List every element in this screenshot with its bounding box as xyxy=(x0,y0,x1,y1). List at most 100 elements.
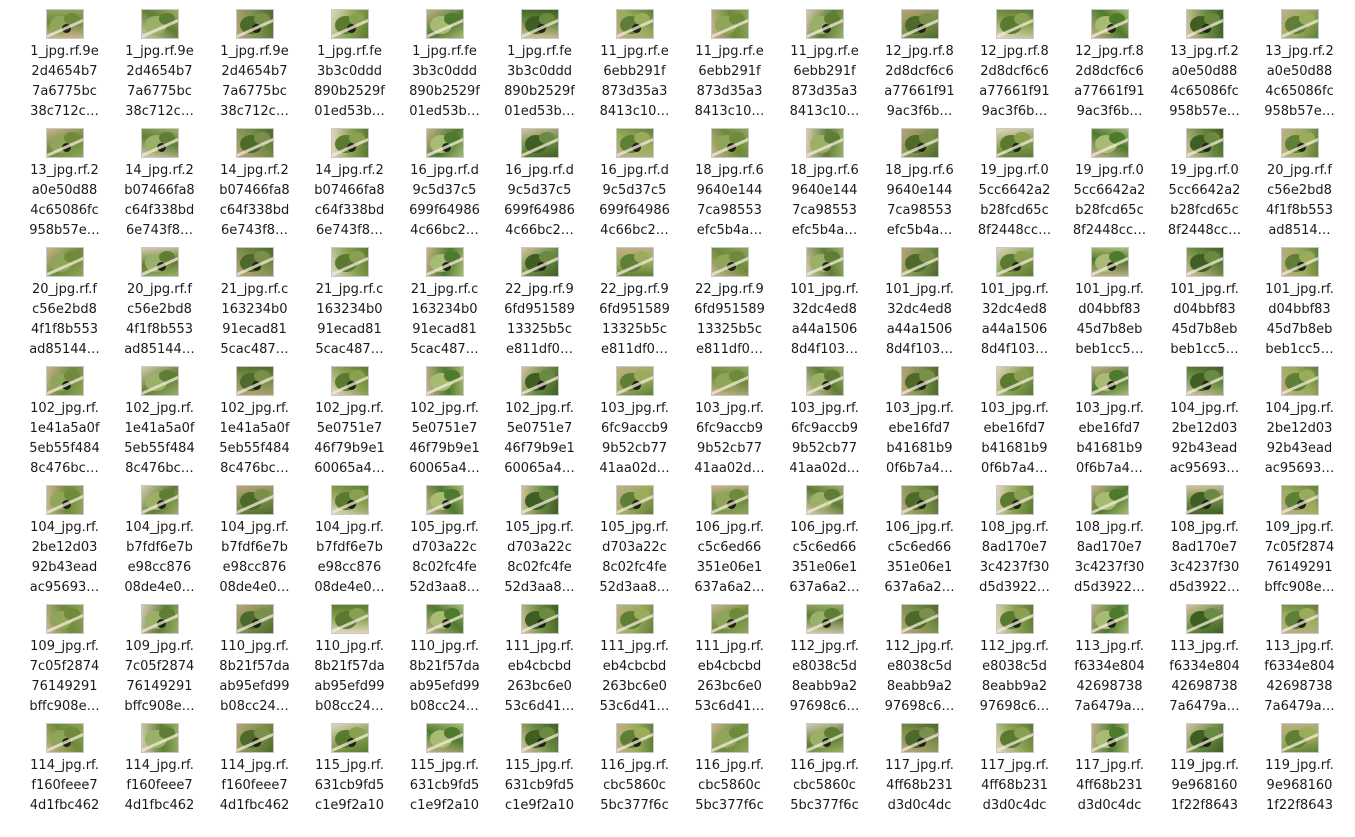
file-item[interactable]: 102_jpg.rf. 1e41a5a0f 5eb55f484 8c476bc… xyxy=(17,361,112,480)
file-item[interactable]: 20_jpg.rf.f c56e2bd8 4f1f8b553 ad85144… xyxy=(112,242,207,361)
file-item[interactable]: 1_jpg.rf.fe 3b3c0ddd 890b2529f 01ed53b… xyxy=(492,4,587,123)
file-item[interactable]: 104_jpg.rf. b7fdf6e7b e98cc876 08de4e0… xyxy=(112,480,207,599)
file-item[interactable]: 102_jpg.rf. 1e41a5a0f 5eb55f484 8c476bc… xyxy=(112,361,207,480)
file-item[interactable]: 11_jpg.rf.e 6ebb291f 873d35a3 8413c10… xyxy=(682,4,777,123)
file-item[interactable]: 21_jpg.rf.c 163234b0 91ecad81 5cac487… xyxy=(207,242,302,361)
file-item[interactable]: 117_jpg.rf. 4ff68b231 d3d0c4dc xyxy=(872,718,967,837)
file-item[interactable]: 1_jpg.rf.fe 3b3c0ddd 890b2529f 01ed53b… xyxy=(302,4,397,123)
file-item[interactable]: 114_jpg.rf. f160feee7 4d1fbc462 xyxy=(112,718,207,837)
file-item[interactable]: 110_jpg.rf. 8b21f57da ab95efd99 b08cc24… xyxy=(302,599,397,718)
file-item[interactable]: 101_jpg.rf. 32dc4ed8 a44a1506 8d4f103… xyxy=(777,242,872,361)
file-name-label: 1_jpg.rf.9e 2d4654b7 7a6775bc 38c712c… xyxy=(19,42,110,122)
file-item[interactable]: 103_jpg.rf. ebe16fd7 b41681b9 0f6b7a4… xyxy=(1062,361,1157,480)
file-item[interactable]: 19_jpg.rf.0 5cc6642a2 b28fcd65c 8f2448cc… xyxy=(1157,123,1252,242)
file-item[interactable]: 112_jpg.rf. e8038c5d 8eabb9a2 97698c6… xyxy=(967,599,1062,718)
file-item[interactable]: 104_jpg.rf. b7fdf6e7b e98cc876 08de4e0… xyxy=(302,480,397,599)
file-item[interactable]: 106_jpg.rf. c5c6ed66 351e06e1 637a6a2… xyxy=(682,480,777,599)
file-item[interactable]: 111_jpg.rf. eb4cbcbd 263bc6e0 53c6d41… xyxy=(492,599,587,718)
file-item[interactable]: 14_jpg.rf.2 b07466fa8 c64f338bd 6e743f8… xyxy=(302,123,397,242)
file-item[interactable]: 115_jpg.rf. 631cb9fd5 c1e9f2a10 xyxy=(492,718,587,837)
file-item[interactable]: 102_jpg.rf. 5e0751e7 46f79b9e1 60065a4… xyxy=(397,361,492,480)
file-item[interactable]: 103_jpg.rf. 6fc9accb9 9b52cb77 41aa02d… xyxy=(777,361,872,480)
file-item[interactable]: 1_jpg.rf.9e 2d4654b7 7a6775bc 38c712c… xyxy=(17,4,112,123)
file-item[interactable]: 113_jpg.rf. f6334e804 42698738 7a6479a… xyxy=(1252,599,1347,718)
file-item[interactable]: 20_jpg.rf.f c56e2bd8 4f1f8b553 ad8514… xyxy=(1252,123,1347,242)
file-item[interactable]: 108_jpg.rf. 8ad170e7 3c4237f30 d5d3922… xyxy=(1062,480,1157,599)
file-item[interactable]: 13_jpg.rf.2 a0e50d88 4c65086fc 958b57e… xyxy=(1157,4,1252,123)
file-item[interactable]: 119_jpg.rf. 9e968160 1f22f8643 xyxy=(1252,718,1347,837)
file-item[interactable]: 18_jpg.rf.6 9640e144 7ca98553 efc5b4a… xyxy=(777,123,872,242)
file-item[interactable]: 104_jpg.rf. 2be12d03 92b43ead ac95693… xyxy=(1252,361,1347,480)
file-item[interactable]: 13_jpg.rf.2 a0e50d88 4c65086fc 958b57e… xyxy=(1252,4,1347,123)
file-item[interactable]: 101_jpg.rf. d04bbf83 45d7b8eb beb1cc5… xyxy=(1062,242,1157,361)
file-item[interactable]: 116_jpg.rf. cbc5860c 5bc377f6c xyxy=(587,718,682,837)
file-item[interactable]: 1_jpg.rf.9e 2d4654b7 7a6775bc 38c712c… xyxy=(207,4,302,123)
file-item[interactable]: 12_jpg.rf.8 2d8dcf6c6 a77661f91 9ac3f6b… xyxy=(1062,4,1157,123)
file-item[interactable]: 12_jpg.rf.8 2d8dcf6c6 a77661f91 9ac3f6b… xyxy=(872,4,967,123)
file-item[interactable]: 20_jpg.rf.f c56e2bd8 4f1f8b553 ad85144… xyxy=(17,242,112,361)
file-item[interactable]: 18_jpg.rf.6 9640e144 7ca98553 efc5b4a… xyxy=(872,123,967,242)
file-item[interactable]: 14_jpg.rf.2 b07466fa8 c64f338bd 6e743f8… xyxy=(207,123,302,242)
file-item[interactable]: 109_jpg.rf. 7c05f2874 76149291 bffc908e… xyxy=(1252,480,1347,599)
file-item[interactable]: 102_jpg.rf. 1e41a5a0f 5eb55f484 8c476bc… xyxy=(207,361,302,480)
file-item[interactable]: 102_jpg.rf. 5e0751e7 46f79b9e1 60065a4… xyxy=(492,361,587,480)
file-item[interactable]: 119_jpg.rf. 9e968160 1f22f8643 xyxy=(1157,718,1252,837)
file-item[interactable]: 116_jpg.rf. cbc5860c 5bc377f6c xyxy=(682,718,777,837)
file-item[interactable]: 113_jpg.rf. f6334e804 42698738 7a6479a… xyxy=(1062,599,1157,718)
file-item[interactable]: 21_jpg.rf.c 163234b0 91ecad81 5cac487… xyxy=(302,242,397,361)
file-item[interactable]: 117_jpg.rf. 4ff68b231 d3d0c4dc xyxy=(1062,718,1157,837)
file-item[interactable]: 108_jpg.rf. 8ad170e7 3c4237f30 d5d3922… xyxy=(967,480,1062,599)
file-item[interactable]: 110_jpg.rf. 8b21f57da ab95efd99 b08cc24… xyxy=(397,599,492,718)
file-item[interactable]: 19_jpg.rf.0 5cc6642a2 b28fcd65c 8f2448cc… xyxy=(967,123,1062,242)
file-item[interactable]: 11_jpg.rf.e 6ebb291f 873d35a3 8413c10… xyxy=(587,4,682,123)
file-item[interactable]: 105_jpg.rf. d703a22c 8c02fc4fe 52d3aa8… xyxy=(397,480,492,599)
file-item[interactable]: 104_jpg.rf. 2be12d03 92b43ead ac95693… xyxy=(1157,361,1252,480)
file-item[interactable]: 109_jpg.rf. 7c05f2874 76149291 bffc908e… xyxy=(112,599,207,718)
file-item[interactable]: 103_jpg.rf. 6fc9accb9 9b52cb77 41aa02d… xyxy=(682,361,777,480)
file-item[interactable]: 16_jpg.rf.d 9c5d37c5 699f64986 4c66bc2… xyxy=(397,123,492,242)
file-item[interactable]: 1_jpg.rf.fe 3b3c0ddd 890b2529f 01ed53b… xyxy=(397,4,492,123)
file-item[interactable]: 106_jpg.rf. c5c6ed66 351e06e1 637a6a2… xyxy=(777,480,872,599)
file-item[interactable]: 16_jpg.rf.d 9c5d37c5 699f64986 4c66bc2… xyxy=(492,123,587,242)
file-item[interactable]: 110_jpg.rf. 8b21f57da ab95efd99 b08cc24… xyxy=(207,599,302,718)
file-item[interactable]: 1_jpg.rf.9e 2d4654b7 7a6775bc 38c712c… xyxy=(112,4,207,123)
file-item[interactable]: 101_jpg.rf. 32dc4ed8 a44a1506 8d4f103… xyxy=(967,242,1062,361)
file-item[interactable]: 113_jpg.rf. f6334e804 42698738 7a6479a… xyxy=(1157,599,1252,718)
file-item[interactable]: 105_jpg.rf. d703a22c 8c02fc4fe 52d3aa8… xyxy=(587,480,682,599)
file-item[interactable]: 19_jpg.rf.0 5cc6642a2 b28fcd65c 8f2448cc… xyxy=(1062,123,1157,242)
file-item[interactable]: 104_jpg.rf. b7fdf6e7b e98cc876 08de4e0… xyxy=(207,480,302,599)
file-item[interactable]: 16_jpg.rf.d 9c5d37c5 699f64986 4c66bc2… xyxy=(587,123,682,242)
file-item[interactable]: 112_jpg.rf. e8038c5d 8eabb9a2 97698c6… xyxy=(872,599,967,718)
file-item[interactable]: 12_jpg.rf.8 2d8dcf6c6 a77661f91 9ac3f6b… xyxy=(967,4,1062,123)
file-item[interactable]: 117_jpg.rf. 4ff68b231 d3d0c4dc xyxy=(967,718,1062,837)
file-item[interactable]: 13_jpg.rf.2 a0e50d88 4c65086fc 958b57e… xyxy=(17,123,112,242)
file-item[interactable]: 103_jpg.rf. ebe16fd7 b41681b9 0f6b7a4… xyxy=(872,361,967,480)
file-item[interactable]: 21_jpg.rf.c 163234b0 91ecad81 5cac487… xyxy=(397,242,492,361)
file-item[interactable]: 101_jpg.rf. 32dc4ed8 a44a1506 8d4f103… xyxy=(872,242,967,361)
file-item[interactable]: 104_jpg.rf. 2be12d03 92b43ead ac95693… xyxy=(17,480,112,599)
file-item[interactable]: 102_jpg.rf. 5e0751e7 46f79b9e1 60065a4… xyxy=(302,361,397,480)
file-item[interactable]: 111_jpg.rf. eb4cbcbd 263bc6e0 53c6d41… xyxy=(682,599,777,718)
file-item[interactable]: 115_jpg.rf. 631cb9fd5 c1e9f2a10 xyxy=(302,718,397,837)
file-item[interactable]: 116_jpg.rf. cbc5860c 5bc377f6c xyxy=(777,718,872,837)
file-item[interactable]: 103_jpg.rf. ebe16fd7 b41681b9 0f6b7a4… xyxy=(967,361,1062,480)
file-item[interactable]: 18_jpg.rf.6 9640e144 7ca98553 efc5b4a… xyxy=(682,123,777,242)
file-item[interactable]: 106_jpg.rf. c5c6ed66 351e06e1 637a6a2… xyxy=(872,480,967,599)
file-item[interactable]: 109_jpg.rf. 7c05f2874 76149291 bffc908e… xyxy=(17,599,112,718)
file-item[interactable]: 105_jpg.rf. d703a22c 8c02fc4fe 52d3aa8… xyxy=(492,480,587,599)
file-item[interactable]: 108_jpg.rf. 8ad170e7 3c4237f30 d5d3922… xyxy=(1157,480,1252,599)
file-item[interactable]: 101_jpg.rf. d04bbf83 45d7b8eb beb1cc5… xyxy=(1252,242,1347,361)
file-item[interactable]: 22_jpg.rf.9 6fd951589 13325b5c e811df0… xyxy=(587,242,682,361)
file-item[interactable]: 112_jpg.rf. e8038c5d 8eabb9a2 97698c6… xyxy=(777,599,872,718)
file-item[interactable]: 115_jpg.rf. 631cb9fd5 c1e9f2a10 xyxy=(397,718,492,837)
file-item[interactable]: 14_jpg.rf.2 b07466fa8 c64f338bd 6e743f8… xyxy=(112,123,207,242)
file-item[interactable]: 22_jpg.rf.9 6fd951589 13325b5c e811df0… xyxy=(682,242,777,361)
file-item[interactable]: 22_jpg.rf.9 6fd951589 13325b5c e811df0… xyxy=(492,242,587,361)
file-name-line: 20_jpg.rf.f xyxy=(1267,163,1332,178)
file-item[interactable]: 101_jpg.rf. d04bbf83 45d7b8eb beb1cc5… xyxy=(1157,242,1252,361)
file-item[interactable]: 114_jpg.rf. f160feee7 4d1fbc462 xyxy=(207,718,302,837)
file-item[interactable]: 114_jpg.rf. f160feee7 4d1fbc462 xyxy=(17,718,112,837)
file-item[interactable]: 11_jpg.rf.e 6ebb291f 873d35a3 8413c10… xyxy=(777,4,872,123)
file-item[interactable]: 111_jpg.rf. eb4cbcbd 263bc6e0 53c6d41… xyxy=(587,599,682,718)
file-item[interactable]: 103_jpg.rf. 6fc9accb9 9b52cb77 41aa02d… xyxy=(587,361,682,480)
